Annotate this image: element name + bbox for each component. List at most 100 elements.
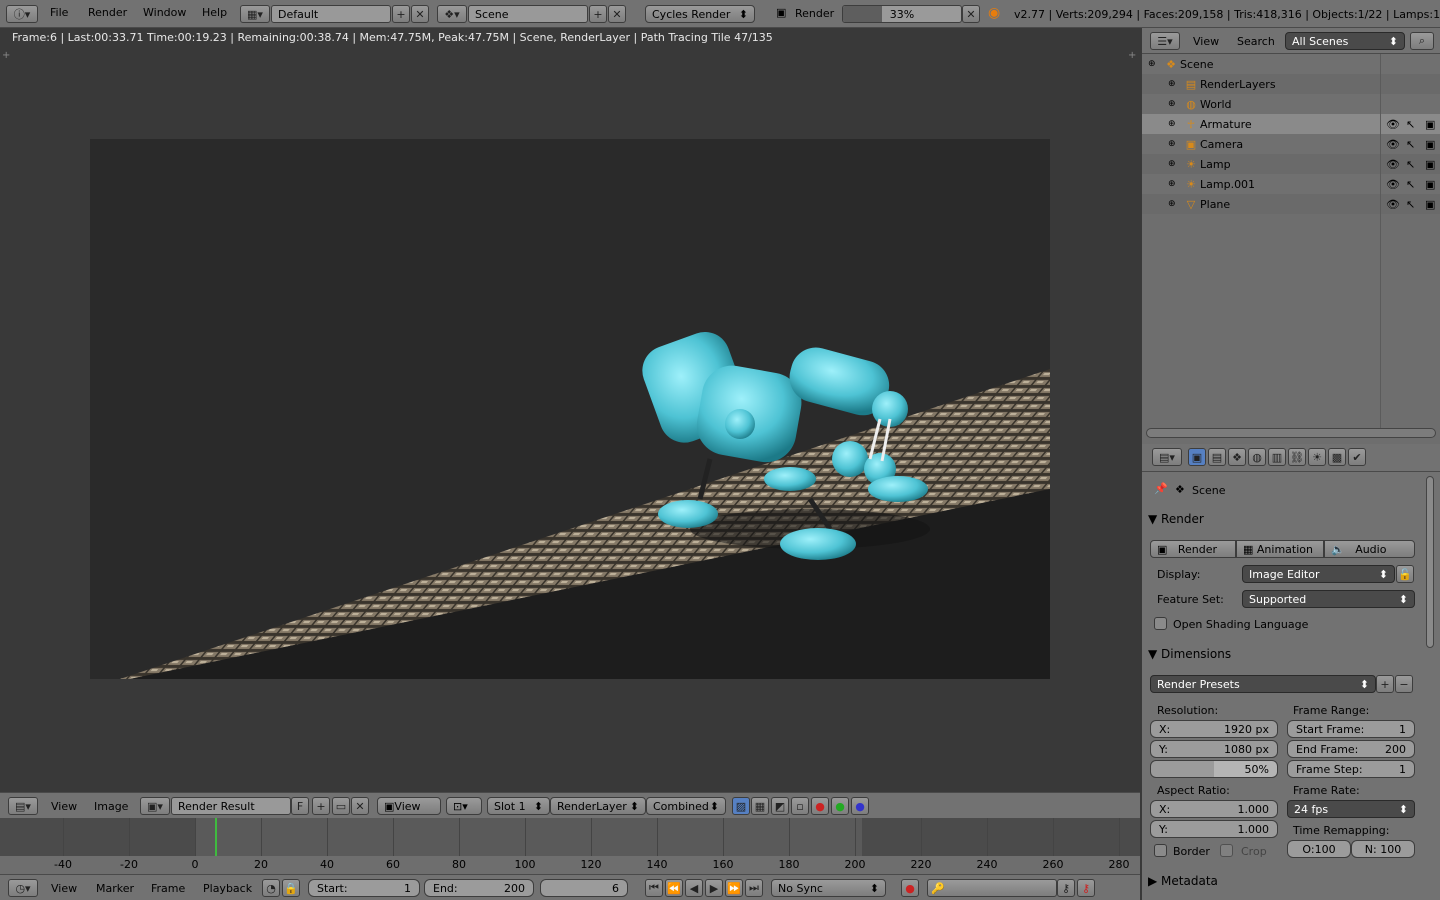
info-editor-type-button[interactable]: ⓘ▾ [6, 5, 38, 23]
timeline-editor-type-icon[interactable]: ◷▾ [8, 879, 38, 897]
border-checkbox[interactable] [1154, 844, 1167, 857]
slot-select[interactable]: Slot 1 ⬍ [487, 797, 550, 815]
eye-icon[interactable]: 👁 [1386, 118, 1400, 131]
render-camera-icon[interactable]: ▣ [1425, 158, 1435, 171]
resolution-x-field[interactable]: X: 1920 px [1150, 720, 1278, 738]
menu-view[interactable]: View [1193, 35, 1219, 48]
render-camera-icon[interactable]: ▣ [1425, 138, 1435, 151]
red-channel-icon[interactable]: ● [811, 797, 829, 815]
outliner-h-scrollbar[interactable] [1146, 428, 1436, 438]
menu-image[interactable]: Image [94, 800, 128, 813]
outliner-editor-type-icon[interactable]: ☰▾ [1150, 32, 1180, 50]
lock-icon[interactable]: 🔒 [282, 879, 300, 897]
current-frame-cursor[interactable] [214, 818, 217, 856]
outliner-item-scene[interactable]: ⊕ ❖ Scene [1142, 54, 1440, 74]
menu-file[interactable]: File [50, 6, 68, 19]
menu-frame[interactable]: Frame [151, 882, 185, 895]
world-tab-icon[interactable]: ◍ [1248, 448, 1266, 466]
view-mode-select[interactable]: ▣ View [377, 797, 441, 815]
end-frame-field[interactable]: End: 200 [424, 879, 534, 897]
layout-name-field[interactable]: Default [271, 5, 391, 23]
render-camera-icon[interactable]: ▣ [1425, 178, 1435, 191]
render-pass-select[interactable]: Combined ⬍ [646, 797, 726, 815]
expand-toggle-icon[interactable]: ⊕ [1148, 59, 1162, 69]
start-frame-field[interactable]: Start Frame: 1 [1287, 720, 1415, 738]
eye-icon[interactable]: 👁 [1386, 158, 1400, 171]
expand-toggle-icon[interactable]: ⊕ [1168, 119, 1182, 129]
outliner-item-renderlayers[interactable]: ⊕ ▤ RenderLayers [1142, 74, 1440, 94]
render-animation-button[interactable]: ▦ Animation [1236, 540, 1324, 558]
pin-icon[interactable]: 📌 [1154, 482, 1168, 495]
render-audio-button[interactable]: 🔈 Audio [1324, 540, 1415, 558]
image-editor-type-icon[interactable]: ▤▾ [8, 797, 38, 815]
select-arrow-icon[interactable]: ↖ [1406, 118, 1415, 131]
eye-icon[interactable]: 👁 [1386, 178, 1400, 191]
jump-start-icon[interactable]: ⏮ [645, 879, 663, 897]
select-arrow-icon[interactable]: ↖ [1406, 178, 1415, 191]
menu-help[interactable]: Help [202, 6, 227, 19]
add-scene-icon[interactable]: + [589, 5, 607, 23]
properties-v-scrollbar[interactable] [1426, 476, 1434, 648]
texture-tab-icon[interactable]: ▩ [1328, 448, 1346, 466]
fake-user-button[interactable]: F [291, 797, 309, 815]
aspect-y-field[interactable]: Y: 1.000 [1150, 820, 1278, 838]
frame-step-field[interactable]: Frame Step: 1 [1287, 760, 1415, 778]
metadata-panel-header[interactable]: ▶ Metadata [1148, 870, 1424, 892]
render-tab-icon[interactable]: ▣ [1188, 448, 1206, 466]
display-zbuffer-icon[interactable]: ▫ [791, 797, 809, 815]
outliner-item-lamp[interactable]: ⊕ ☀ Lamp 👁 ↖ ▣ [1142, 154, 1440, 174]
start-frame-field[interactable]: Start: 1 [308, 879, 420, 897]
remove-scene-icon[interactable]: ✕ [608, 5, 626, 23]
render-layer-select[interactable]: RenderLayer ⬍ [550, 797, 646, 815]
sync-mode-select[interactable]: No Sync ⬍ [771, 879, 886, 897]
expand-toggle-icon[interactable]: ⊕ [1168, 179, 1182, 189]
outliner-item-camera[interactable]: ⊕ ▣ Camera 👁 ↖ ▣ [1142, 134, 1440, 154]
render-still-button[interactable]: ▣ Render [1150, 540, 1236, 558]
time-remap-old-field[interactable]: O:100 [1287, 840, 1351, 858]
time-remap-new-field[interactable]: N: 100 [1351, 840, 1415, 858]
blue-channel-icon[interactable]: ● [851, 797, 869, 815]
expand-toggle-icon[interactable]: ⊕ [1168, 139, 1182, 149]
render-panel-header[interactable]: ▼ Render [1148, 508, 1424, 530]
add-preset-icon[interactable]: + [1376, 675, 1394, 693]
preview-range-icon[interactable]: ◔ [262, 879, 280, 897]
dimensions-panel-header[interactable]: ▼ Dimensions [1148, 643, 1424, 665]
object-tab-icon[interactable]: ▥ [1268, 448, 1286, 466]
resolution-percentage-slider[interactable]: 50% [1150, 760, 1278, 778]
menu-search[interactable]: Search [1237, 35, 1275, 48]
expand-toggle-icon[interactable]: ⊕ [1168, 199, 1182, 209]
new-image-icon[interactable]: + [312, 797, 330, 815]
data-tab-icon[interactable]: ☀ [1308, 448, 1326, 466]
menu-render[interactable]: Render [88, 6, 127, 19]
remove-preset-icon[interactable]: − [1395, 675, 1413, 693]
display-select[interactable]: Image Editor ⬍ [1242, 565, 1395, 583]
display-rgb-alpha-icon[interactable]: ▨ [732, 797, 750, 815]
select-arrow-icon[interactable]: ↖ [1406, 158, 1415, 171]
image-browse-icon[interactable]: ▣▾ [140, 797, 170, 815]
insert-keyframe-icon[interactable]: ⚷ [1057, 879, 1075, 897]
scene-type-icon[interactable]: ❖▾ [437, 5, 467, 23]
select-arrow-icon[interactable]: ↖ [1406, 138, 1415, 151]
keying-set-field[interactable]: 🔑 [927, 879, 1057, 897]
render-layers-tab-icon[interactable]: ▤ [1208, 448, 1226, 466]
feature-set-select[interactable]: Supported ⬍ [1242, 590, 1415, 608]
unlink-image-icon[interactable]: ✕ [351, 797, 369, 815]
aspect-x-field[interactable]: X: 1.000 [1150, 800, 1278, 818]
pivot-select[interactable]: ⊡▾ [446, 797, 482, 815]
render-engine-select[interactable]: Cycles Render ⬍ [645, 5, 755, 23]
record-icon[interactable]: ● [901, 879, 919, 897]
prev-keyframe-icon[interactable]: ⏪ [665, 879, 683, 897]
frame-rate-select[interactable]: 24 fps ⬍ [1287, 800, 1415, 818]
menu-window[interactable]: Window [143, 6, 186, 19]
scene-name-field[interactable]: Scene [468, 5, 588, 23]
render-camera-icon[interactable]: ▣ [1425, 198, 1435, 211]
remove-layout-icon[interactable]: ✕ [411, 5, 429, 23]
expand-toggle-icon[interactable]: ⊕ [1168, 159, 1182, 169]
open-image-icon[interactable]: ▭ [332, 797, 350, 815]
cancel-render-icon[interactable]: ✕ [962, 5, 980, 23]
display-alpha-icon[interactable]: ◩ [771, 797, 789, 815]
play-icon[interactable]: ▶ [705, 879, 723, 897]
eye-icon[interactable]: 👁 [1386, 138, 1400, 151]
layout-type-icon[interactable]: ▦▾ [240, 5, 270, 23]
scene-tab-icon[interactable]: ❖ [1228, 448, 1246, 466]
